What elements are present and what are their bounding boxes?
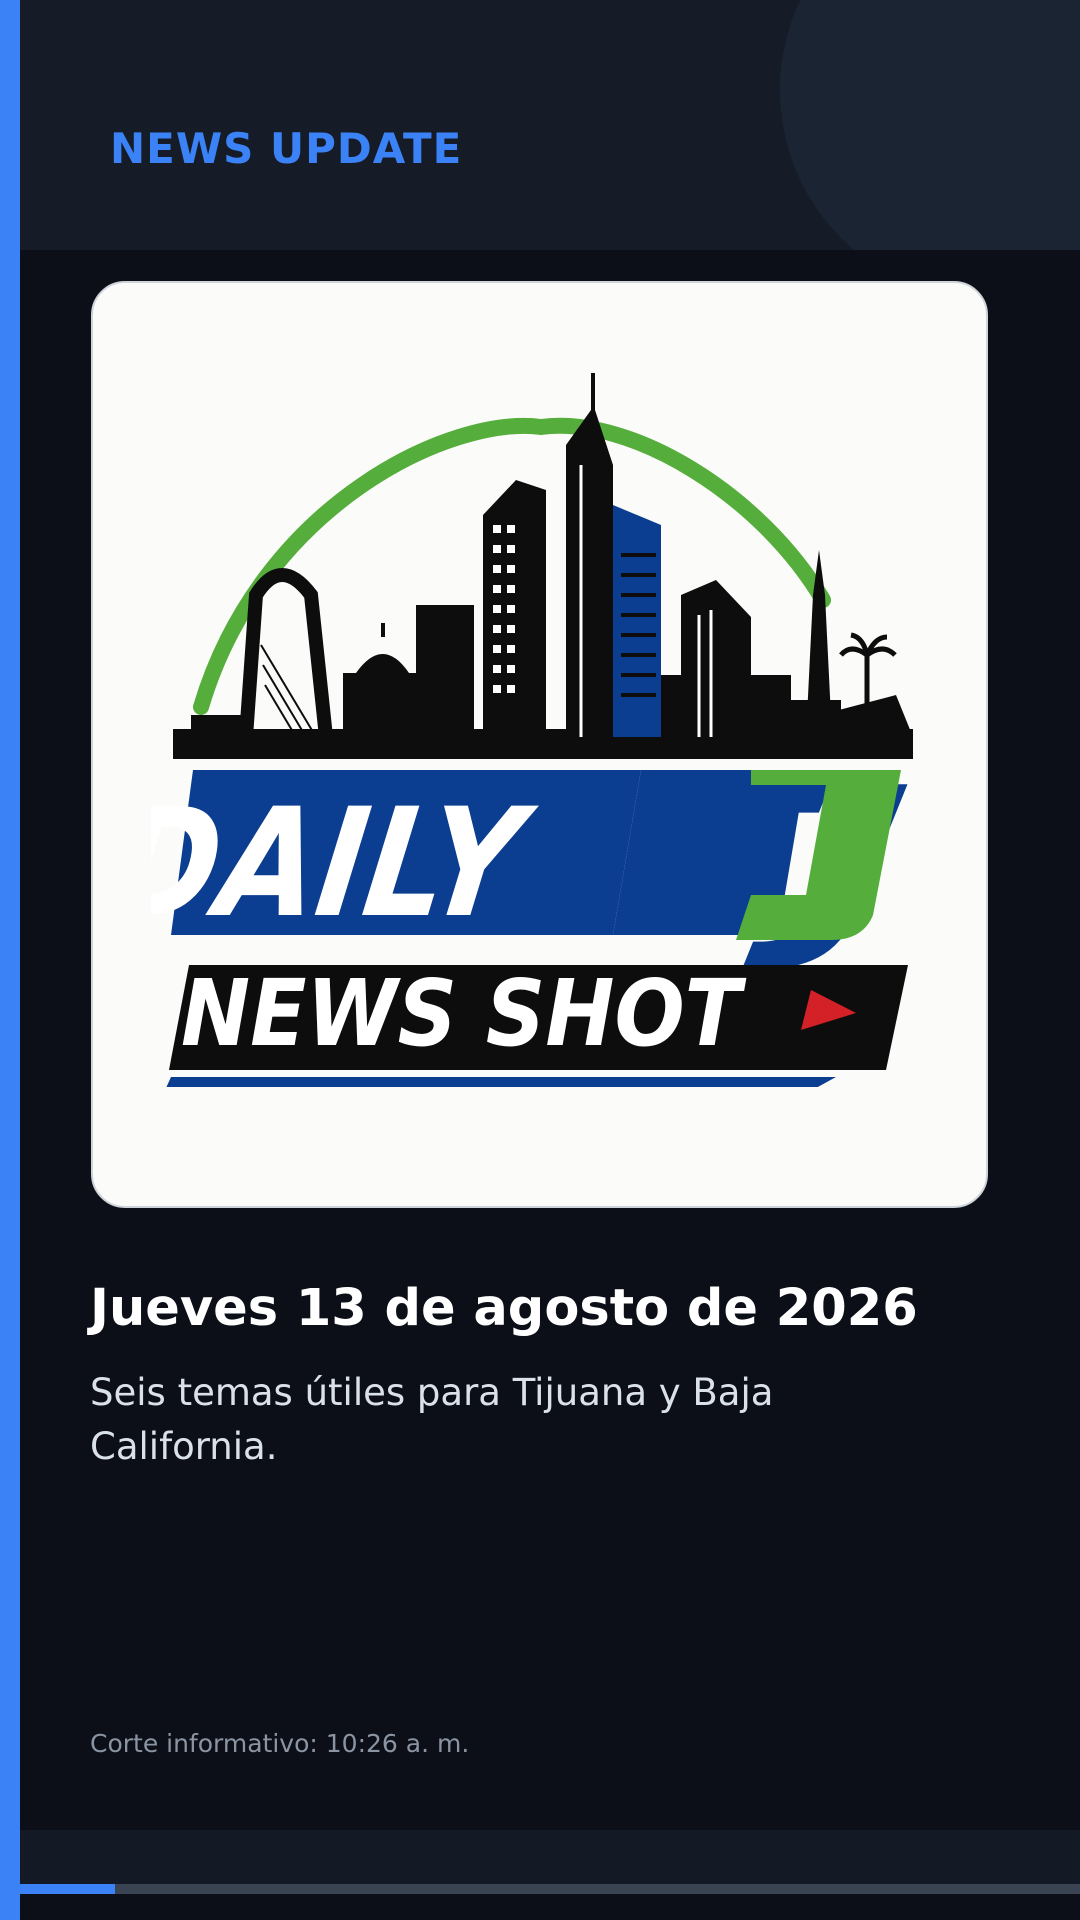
- decorative-circle: [780, 0, 1080, 250]
- arch-icon: [239, 568, 333, 738]
- logo-card: DAILY TJ NEWS SHOT: [91, 281, 988, 1208]
- subheadline: Seis temas útiles para Tijuana y Baja Ca…: [90, 1371, 774, 1468]
- logo-newsshot-text: NEWS SHOT: [181, 960, 747, 1067]
- logo-underline: [166, 1077, 836, 1087]
- logo-daily-text: DAILY: [151, 776, 543, 951]
- headline-date: Jueves 13 de agosto de 2026: [90, 1279, 918, 1338]
- story-screen: NEWS UPDATE DAILY TJ NEWS SHOT Jueves 13…: [0, 0, 1080, 1920]
- story-progress-fill: [20, 1884, 116, 1894]
- daily-tj-logo: DAILY TJ NEWS SHOT: [151, 373, 919, 1087]
- section-kicker: NEWS UPDATE: [110, 124, 463, 173]
- header: NEWS UPDATE: [20, 0, 1080, 250]
- story-progress-track: [20, 1884, 1080, 1894]
- footer-strip: [20, 1830, 1080, 1885]
- cutoff-timestamp: Corte informativo: 10:26 a. m.: [90, 1729, 470, 1758]
- accent-bar: [0, 0, 20, 1920]
